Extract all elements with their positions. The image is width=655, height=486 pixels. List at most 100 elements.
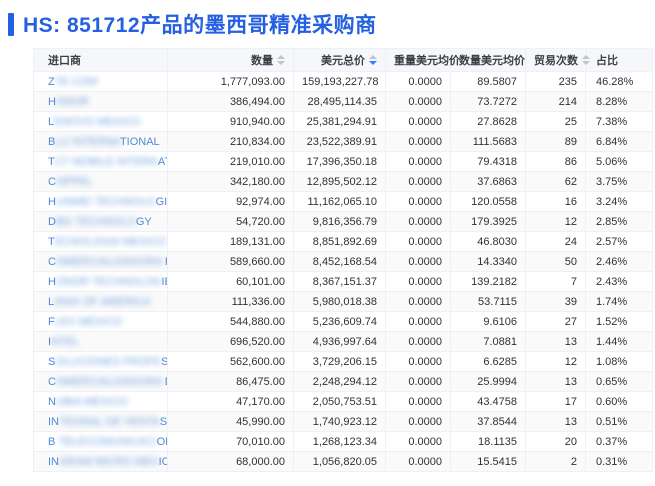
cell-qty_avg: 7.0881 xyxy=(450,331,526,352)
cell-importer[interactable]: COMERCIALIZADORA DE ... xyxy=(33,371,168,392)
cell-importer[interactable]: INGRAM MICRO MEXICO xyxy=(33,451,168,472)
importer-name-censored: ECNOLOGIA MEXICO xyxy=(54,235,166,248)
cell-importer[interactable]: NUBIA MEXICO xyxy=(33,391,168,412)
cell-importer[interactable]: HUAWEI TECHNOLOGIES ... xyxy=(33,191,168,212)
cell-weight_avg: 0.0000 xyxy=(385,91,451,112)
cell-share: 2.85% xyxy=(585,211,653,232)
cell-importer[interactable]: COMERCIALIZADORA INN... xyxy=(33,251,168,272)
cell-importer[interactable]: LANIX OF AMERICA xyxy=(33,291,168,312)
importer-name-visible-suffix: ICO xyxy=(158,455,167,468)
cell-usd_total: 28,495,114.35 xyxy=(293,91,386,112)
cell-importer[interactable]: TECNOLOGIA MEXICO xyxy=(33,231,168,252)
cell-qty_avg: 79.4318 xyxy=(450,151,526,172)
column-header-qty[interactable]: 数量 xyxy=(167,48,294,72)
cell-qty: 189,131.00 xyxy=(167,231,294,252)
cell-usd_total: 8,851,892.69 xyxy=(293,231,386,252)
importer-name-censored: TE COM xyxy=(54,75,98,88)
column-header-usd_total[interactable]: 美元总价 xyxy=(293,48,386,72)
cell-importer[interactable]: TCT MOBILE INTERNATIO... xyxy=(33,151,168,172)
cell-usd_total: 3,729,206.15 xyxy=(293,351,386,372)
cell-weight_avg: 0.0000 xyxy=(385,171,451,192)
cell-weight_avg: 0.0000 xyxy=(385,211,451,232)
cell-importer[interactable]: HONOR TECHNOLOGIES D... xyxy=(33,271,168,292)
cell-qty: 210,834.00 xyxy=(167,131,294,152)
cell-trades: 12 xyxy=(525,211,586,232)
cell-trades: 2 xyxy=(525,451,586,472)
importer-name-censored: OPPEL xyxy=(55,175,93,188)
importer-name-visible-prefix: F xyxy=(48,315,55,328)
importer-name-visible-suffix: S MA... xyxy=(159,415,168,428)
cell-trades: 16 xyxy=(525,191,586,212)
column-header-trades[interactable]: 贸易次数 xyxy=(525,48,590,72)
cell-qty: 86,475.00 xyxy=(167,371,294,392)
importer-name-visible-suffix: INN... xyxy=(162,256,167,268)
importer-name-visible-suffix: IES D... xyxy=(161,275,166,288)
cell-importer[interactable]: BLU INTERNATIONAL xyxy=(33,131,168,152)
column-label: 数量 xyxy=(251,55,273,67)
title-accent-bar xyxy=(8,12,14,36)
cell-share: 2.46% xyxy=(585,251,653,272)
importer-name-visible-prefix: D xyxy=(48,215,56,228)
table-row: INGRAM MICRO MEXICO68,000.001,056,820.05… xyxy=(33,451,653,472)
cell-qty: 544,880.00 xyxy=(167,311,294,332)
importer-name-visible-suffix: ATIO... xyxy=(157,155,167,168)
page-title-row: HS: 851712产品的墨西哥精准采购商 xyxy=(0,0,655,48)
cell-importer[interactable]: ZTE COM xyxy=(33,71,168,92)
cell-weight_avg: 0.0000 xyxy=(385,111,451,132)
importer-name-censored: OMERCIALIZADORA xyxy=(55,375,165,388)
column-label: 数量美元均价 xyxy=(459,55,525,67)
cell-qty: 589,660.00 xyxy=(167,251,294,272)
cell-trades: 13 xyxy=(525,331,586,352)
importer-name-censored: UAWEI TECHNOLO xyxy=(55,195,156,208)
sort-caret-icon[interactable] xyxy=(582,55,590,65)
importer-name-censored: OMERCIALIZADORA xyxy=(55,255,162,268)
sort-caret-icon[interactable] xyxy=(369,55,377,65)
cell-usd_total: 25,381,294.91 xyxy=(293,111,386,132)
cell-importer[interactable]: INTEL xyxy=(33,331,168,352)
cell-importer[interactable]: FLEX MEXICO xyxy=(33,311,168,332)
cell-qty_avg: 37.6863 xyxy=(450,171,526,192)
cell-share: 5.06% xyxy=(585,151,653,172)
buyers-table: 进口商 数量 美元总价 重量美元均价 数量美元均价 贸易次数 占比 ZTE COM 1,777… xyxy=(33,48,653,472)
importer-name-visible-prefix: H xyxy=(48,195,56,208)
cell-importer[interactable]: B TELECOMUNICACIONES... xyxy=(33,431,168,452)
sort-caret-icon[interactable] xyxy=(277,55,285,65)
importer-name-censored: LEX MEXICO xyxy=(54,315,122,328)
table-row: INTEGRAL DE VENTAS MA...45,990.001,740,9… xyxy=(33,411,653,432)
importer-name-visible-prefix: H xyxy=(48,95,56,108)
cell-qty_avg: 18.1135 xyxy=(450,431,526,452)
cell-weight_avg: 0.0000 xyxy=(385,251,451,272)
importer-name-censored: CT MOBILE INTERN xyxy=(54,155,158,168)
importer-name-visible-prefix: IN xyxy=(48,415,59,428)
importer-name-censored: TELECOMUNICACI xyxy=(55,435,157,448)
cell-trades: 86 xyxy=(525,151,586,172)
table-row: DBG TECHNOLOGY 54,720.00 9,816,356.79 0.000… xyxy=(33,211,653,232)
cell-trades: 235 xyxy=(525,71,586,92)
cell-importer[interactable]: DBG TECHNOLOGY xyxy=(33,211,168,232)
cell-importer[interactable]: SOLUCIONES PROFESION... xyxy=(33,351,168,372)
column-header-importer: 进口商 xyxy=(33,48,168,72)
cell-importer[interactable]: HONOR xyxy=(33,91,168,112)
cell-usd_total: 8,452,168.54 xyxy=(293,251,386,272)
cell-qty: 1,777,093.00 xyxy=(167,71,294,92)
importer-name-censored: ANIX OF AMERICA xyxy=(54,295,151,308)
importer-name-censored: ONOR TECHNOLOG xyxy=(55,275,162,288)
cell-share: 6.84% xyxy=(585,131,653,152)
cell-qty_avg: 89.5807 xyxy=(450,71,526,92)
cell-share: 0.37% xyxy=(585,431,653,452)
cell-trades: 89 xyxy=(525,131,586,152)
cell-share: 8.28% xyxy=(585,91,653,112)
cell-share: 46.28% xyxy=(585,71,653,92)
table-row: LANIX OF AMERICA 111,336.00 5,980,018.38 0.… xyxy=(33,291,653,312)
column-label: 占比 xyxy=(596,55,618,67)
cell-importer[interactable]: COPPEL xyxy=(33,171,168,192)
table-row: ZTE COM 1,777,093.00 159,193,227.78 0.0000 8… xyxy=(33,71,653,92)
cell-importer[interactable]: INTEGRAL DE VENTAS MA... xyxy=(33,411,168,432)
cell-trades: 25 xyxy=(525,111,586,132)
cell-weight_avg: 0.0000 xyxy=(385,411,451,432)
cell-qty_avg: 25.9994 xyxy=(450,371,526,392)
cell-trades: 13 xyxy=(525,371,586,392)
cell-importer[interactable]: LENOVO MEXICO xyxy=(33,111,168,132)
cell-qty_avg: 43.4758 xyxy=(450,391,526,412)
cell-usd_total: 11,162,065.10 xyxy=(293,191,386,212)
